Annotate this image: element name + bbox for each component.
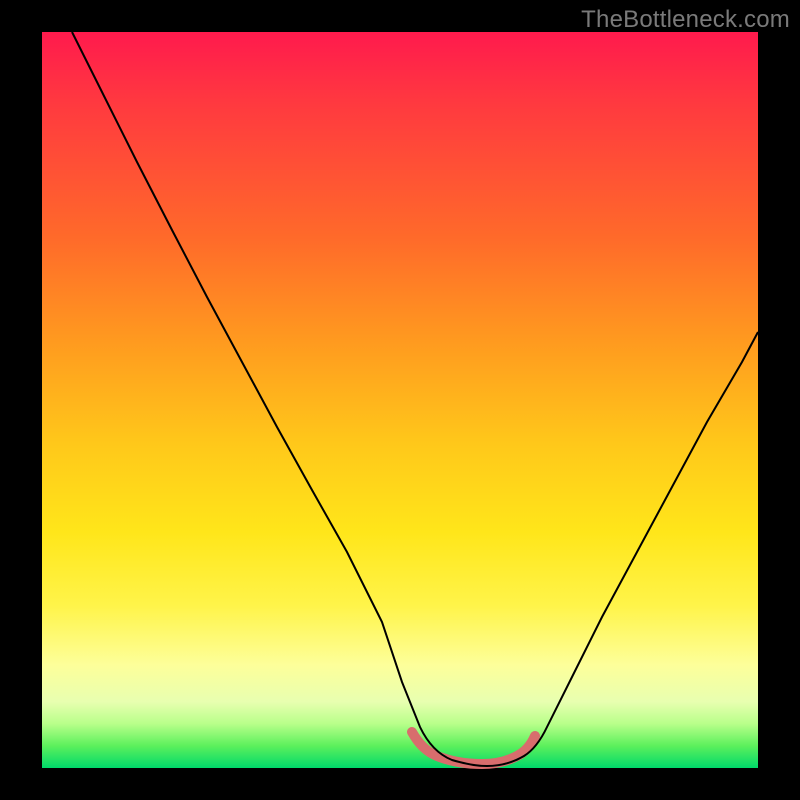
bottleneck-curve [72, 32, 758, 766]
chart-frame: TheBottleneck.com [0, 0, 800, 800]
watermark-text: TheBottleneck.com [581, 6, 790, 34]
curve-layer [42, 32, 758, 768]
plot-area [42, 32, 758, 768]
